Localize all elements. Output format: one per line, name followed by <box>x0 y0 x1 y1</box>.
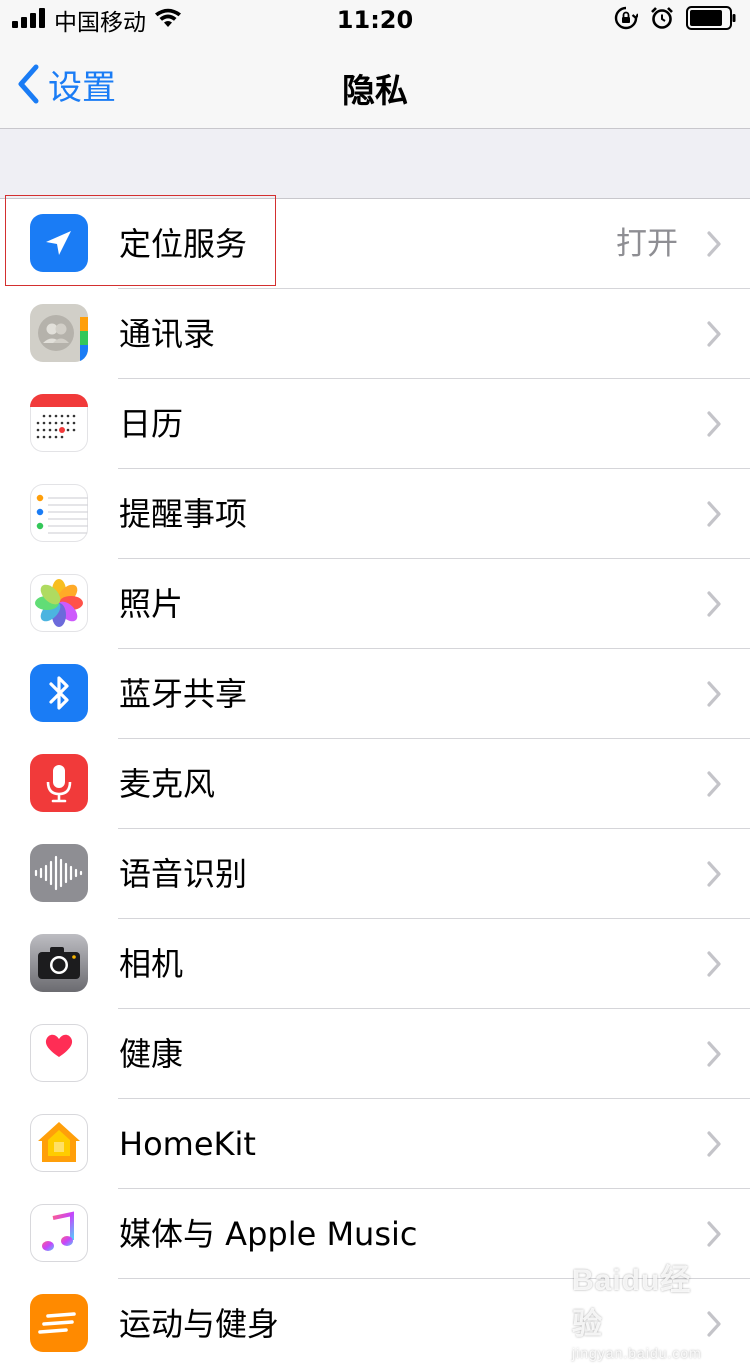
chevron-right-icon <box>707 1221 721 1247</box>
privacy-list: 定位服务 打开 通讯录 日历 提醒事项 照片 蓝牙共享 麦克风 语音识别 相机 … <box>0 198 750 1369</box>
row-label: 通讯录 <box>119 315 216 353</box>
chevron-right-icon <box>707 231 721 257</box>
chevron-right-icon <box>707 321 721 347</box>
chevron-right-icon <box>707 771 721 797</box>
chevron-right-icon <box>707 951 721 977</box>
alarm-icon <box>650 6 674 34</box>
chevron-right-icon <box>707 861 721 887</box>
row-label: HomeKit <box>119 1125 256 1163</box>
health-icon <box>30 1024 88 1082</box>
chevron-right-icon <box>707 681 721 707</box>
rotation-lock-icon <box>614 6 639 34</box>
row-label: 运动与健身 <box>119 1305 280 1343</box>
chevron-right-icon <box>707 501 721 527</box>
music-icon <box>30 1204 88 1262</box>
camera-icon <box>30 934 88 992</box>
row-label: 定位服务 <box>119 225 248 263</box>
battery-icon <box>686 6 736 34</box>
row-reminders[interactable]: 提醒事项 <box>0 469 750 559</box>
row-label: 健康 <box>119 1035 184 1073</box>
speech-recognition-icon <box>30 844 88 902</box>
chevron-right-icon <box>707 1131 721 1157</box>
contacts-icon <box>30 304 88 362</box>
row-value: 打开 <box>616 226 678 262</box>
location-icon <box>30 214 88 272</box>
watermark-sub: jingyan.baidu.com <box>572 1345 702 1361</box>
watermark-logo: Baidu经验 jingyan.baidu.com <box>572 1255 712 1361</box>
chevron-right-icon <box>707 411 721 437</box>
row-label: 相机 <box>119 945 184 983</box>
row-location-services[interactable]: 定位服务 打开 <box>0 199 750 289</box>
reminders-icon <box>30 484 88 542</box>
photos-icon <box>30 574 88 632</box>
row-bluetooth-sharing[interactable]: 蓝牙共享 <box>0 649 750 739</box>
row-label: 照片 <box>119 585 184 623</box>
row-label: 蓝牙共享 <box>119 675 248 713</box>
homekit-icon <box>30 1114 88 1172</box>
row-label: 提醒事项 <box>119 495 248 533</box>
row-photos[interactable]: 照片 <box>0 559 750 649</box>
row-contacts[interactable]: 通讯录 <box>0 289 750 379</box>
row-label: 媒体与 Apple Music <box>119 1215 418 1253</box>
calendar-icon <box>30 394 88 452</box>
row-label: 语音识别 <box>119 855 248 893</box>
navigation-bar: 设置 隐私 <box>0 40 750 129</box>
bluetooth-icon <box>30 664 88 722</box>
row-camera[interactable]: 相机 <box>0 919 750 1009</box>
chevron-right-icon <box>707 591 721 617</box>
motion-fitness-icon <box>30 1294 88 1352</box>
row-label: 日历 <box>119 405 184 443</box>
row-calendar[interactable]: 日历 <box>0 379 750 469</box>
chevron-right-icon <box>707 1041 721 1067</box>
row-label: 麦克风 <box>119 765 216 803</box>
status-bar: 中国移动 11:20 <box>0 0 750 40</box>
microphone-icon <box>30 754 88 812</box>
row-health[interactable]: 健康 <box>0 1009 750 1099</box>
row-microphone[interactable]: 麦克风 <box>0 739 750 829</box>
status-right <box>614 6 736 34</box>
row-homekit[interactable]: HomeKit <box>0 1099 750 1189</box>
row-speech-recognition[interactable]: 语音识别 <box>0 829 750 919</box>
page-title: 隐私 <box>342 71 408 110</box>
watermark-main: Baidu经验 <box>572 1264 692 1341</box>
